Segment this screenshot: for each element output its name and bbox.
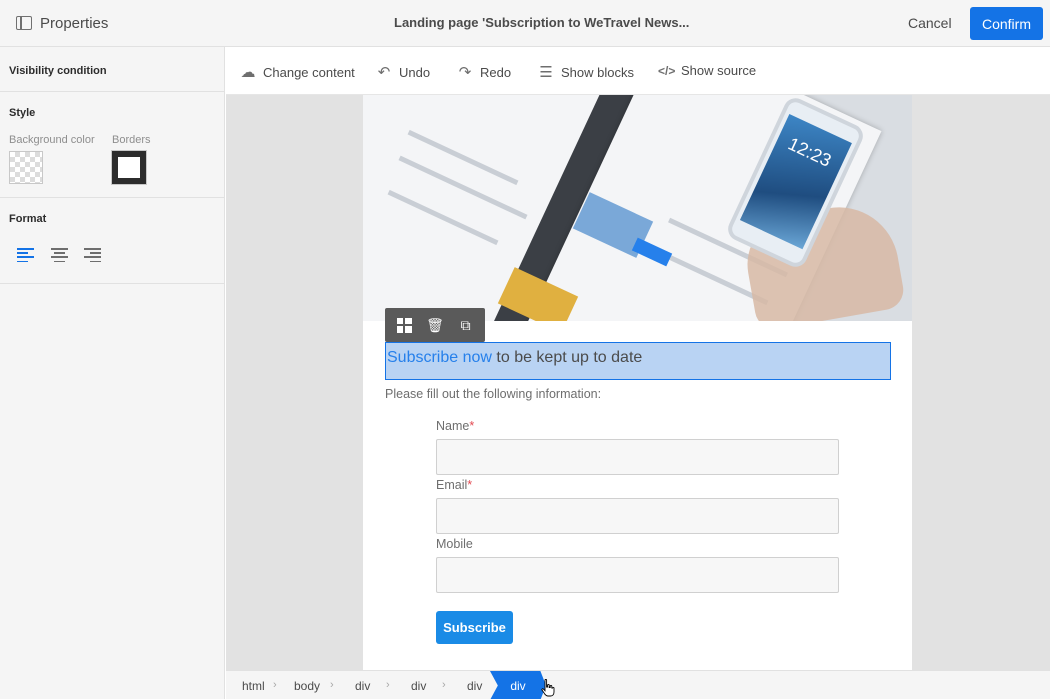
style-heading: Style — [9, 107, 36, 119]
redo-icon: ↷ — [458, 64, 472, 81]
undo-icon: ↶ — [377, 64, 391, 81]
top-bar: Properties Landing page 'Subscription to… — [0, 0, 1050, 47]
blocks-icon: ☰ — [539, 64, 553, 81]
align-center-icon[interactable] — [51, 248, 68, 263]
align-right-icon[interactable] — [84, 248, 101, 263]
chevron-right-icon: › — [273, 679, 277, 691]
chevron-right-icon: › — [330, 679, 334, 691]
panel-toggle-icon[interactable] — [16, 16, 32, 30]
email-label: Email* — [436, 478, 473, 492]
align-left-icon[interactable] — [17, 248, 34, 263]
show-source-label: Show source — [681, 63, 757, 78]
hero-image[interactable]: 12:23 — [363, 95, 912, 321]
subscribe-heading: Subscribe now to be kept up to date — [387, 349, 642, 367]
cloud-upload-icon: ☁ — [240, 64, 256, 81]
form-intro-text: Please fill out the following informatio… — [385, 387, 602, 401]
redo-button[interactable]: ↷ Redo — [457, 63, 511, 81]
heading-text: to be kept up to date — [491, 349, 643, 366]
undo-label: Undo — [399, 64, 431, 80]
change-content-label: Change content — [263, 64, 355, 80]
block-layout-icon[interactable] — [394, 315, 414, 335]
panel-title: Properties — [40, 15, 109, 32]
background-color-swatch[interactable] — [9, 151, 43, 184]
chevron-right-icon: › — [442, 679, 446, 691]
format-heading: Format — [9, 213, 47, 225]
style-section: Style Background color Borders — [0, 92, 224, 198]
breadcrumb-body[interactable]: body — [294, 679, 320, 693]
visibility-condition-heading[interactable]: Visibility condition — [9, 65, 224, 77]
required-marker: * — [467, 478, 473, 492]
duplicate-icon[interactable]: ⧉ — [456, 315, 476, 335]
show-blocks-label: Show blocks — [561, 64, 634, 80]
phone-time: 12:23 — [785, 133, 835, 171]
redo-label: Redo — [480, 64, 512, 80]
element-breadcrumb: html › body › div › div › div div — [226, 670, 1050, 699]
breadcrumb-div-1[interactable]: div — [355, 679, 370, 693]
editor-toolbar: ☁ Change content ↶ Undo ↷ Redo ☰ Show bl… — [226, 47, 1050, 95]
code-icon: </> — [658, 63, 676, 78]
borders-label: Borders — [112, 134, 151, 146]
visibility-condition-section[interactable]: Visibility condition — [0, 47, 224, 92]
breadcrumb-div-3[interactable]: div — [467, 679, 482, 693]
trash-icon[interactable]: 🗑 — [425, 315, 445, 335]
landing-page: 12:23 🗑 ⧉ Subscribe now to be kept up to… — [363, 95, 912, 670]
selected-heading-block[interactable]: Subscribe now to be kept up to date — [385, 342, 891, 380]
subscribe-now-link[interactable]: Subscribe now — [387, 349, 492, 366]
breadcrumb-html[interactable]: html — [242, 679, 265, 693]
breadcrumb-div-active[interactable]: div — [490, 671, 546, 699]
properties-panel: Visibility condition Style Background co… — [0, 47, 225, 699]
show-source-button[interactable]: </> Show source — [658, 63, 756, 78]
email-field[interactable] — [436, 498, 839, 534]
document-title: Landing page 'Subscription to WeTravel N… — [394, 15, 690, 30]
background-color-label: Background color — [9, 134, 95, 146]
editor-canvas: 12:23 🗑 ⧉ Subscribe now to be kept up to… — [226, 95, 1050, 670]
required-marker: * — [469, 419, 475, 433]
change-content-button[interactable]: ☁ Change content — [240, 63, 355, 81]
cancel-button[interactable]: Cancel — [908, 15, 952, 31]
format-section: Format — [0, 198, 224, 284]
chevron-right-icon: › — [386, 679, 390, 691]
breadcrumb-div-2[interactable]: div — [411, 679, 426, 693]
subscribe-button[interactable]: Subscribe — [436, 611, 513, 644]
block-toolbar: 🗑 ⧉ — [385, 308, 485, 342]
show-blocks-button[interactable]: ☰ Show blocks — [538, 63, 634, 81]
mobile-label: Mobile — [436, 537, 473, 551]
name-label: Name* — [436, 419, 475, 433]
mobile-field[interactable] — [436, 557, 839, 593]
name-field[interactable] — [436, 439, 839, 475]
undo-button[interactable]: ↶ Undo — [376, 63, 430, 81]
hand-cursor-icon — [541, 679, 555, 697]
confirm-button[interactable]: Confirm — [970, 7, 1043, 40]
borders-swatch[interactable] — [111, 150, 147, 185]
